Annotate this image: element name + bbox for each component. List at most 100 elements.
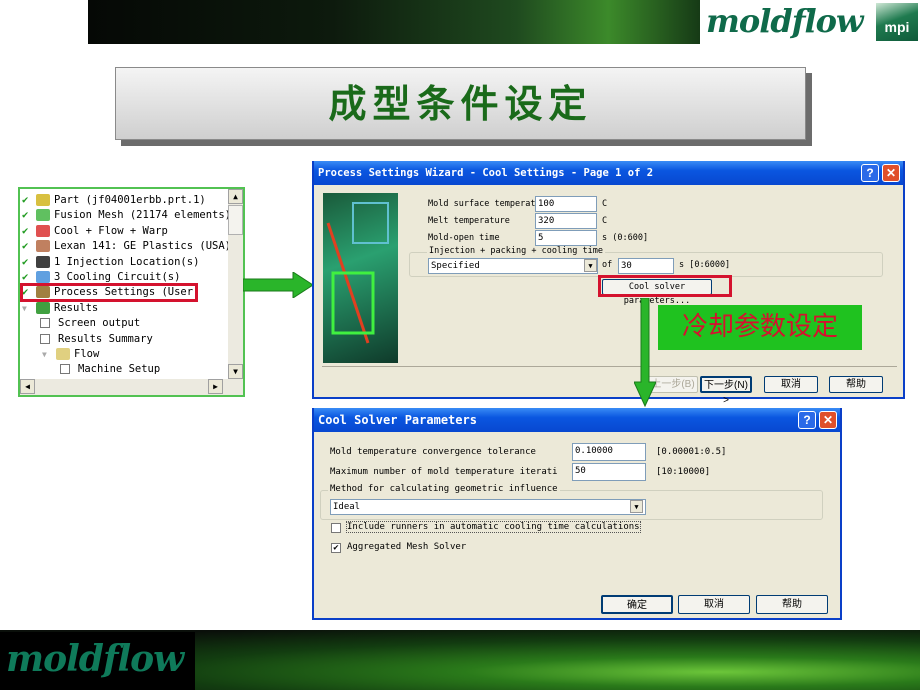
tree-item-label: Flow xyxy=(74,348,100,360)
folder-icon xyxy=(56,348,70,360)
logo-text: moldflow xyxy=(706,2,864,40)
field-label: Mold temperature convergence tolerance xyxy=(330,447,536,457)
dialog-title: Cool Solver Parameters xyxy=(314,408,840,432)
field-input[interactable]: 320 xyxy=(535,213,597,229)
tree-item[interactable]: Results Summary xyxy=(40,332,153,347)
next-button[interactable]: 下一步(N) > xyxy=(700,376,752,406)
method-value: Ideal xyxy=(333,502,361,512)
analysis-icon xyxy=(36,224,50,237)
help-button[interactable]: 帮助 xyxy=(829,376,883,393)
include-runners-checkbox[interactable] xyxy=(331,523,341,533)
help-button[interactable]: 帮助 xyxy=(756,595,828,614)
results-icon xyxy=(36,301,50,314)
dialog-title: Process Settings Wizard - Cool Settings … xyxy=(314,161,903,185)
tree-item[interactable]: Machine Setup xyxy=(60,362,160,377)
field-unit: C xyxy=(602,199,608,209)
tree-item[interactable]: ▼ Results xyxy=(22,301,98,316)
time-unit: s [0:6000] xyxy=(679,260,731,270)
field-input[interactable]: 5 xyxy=(535,230,597,246)
scroll-down-button[interactable]: ▼ xyxy=(228,364,243,379)
cool-solver-parameters-dialog: Cool Solver Parameters ? ✕ Mold temperat… xyxy=(312,408,842,620)
check-icon: ✔ xyxy=(22,224,29,237)
tree-item[interactable]: ✔ Lexan 141: GE Plastics (USA) xyxy=(22,239,231,254)
mesh-icon xyxy=(36,209,50,222)
aggregated-mesh-checkbox[interactable]: ✔ xyxy=(331,543,341,553)
time-input[interactable]: 30 xyxy=(618,258,674,274)
check-icon: ✔ xyxy=(22,255,29,268)
checkbox[interactable] xyxy=(60,364,70,375)
tree-item[interactable]: ▼ Flow xyxy=(42,347,99,362)
checkbox[interactable] xyxy=(40,318,50,329)
moldflow-logo: moldflow mpi xyxy=(700,0,920,46)
tree-item[interactable]: ✔ Part (jf04001erbb.prt.1) xyxy=(22,193,206,208)
tree-item[interactable]: ✔ 1 Injection Location(s) xyxy=(22,255,199,270)
horizontal-scrollbar[interactable]: ◀ ▶ xyxy=(20,379,243,395)
aggregated-mesh-label[interactable]: Aggregated Mesh Solver xyxy=(347,542,466,552)
field-label: Mold surface temperatu xyxy=(428,199,541,209)
scroll-thumb[interactable] xyxy=(228,205,243,235)
part-icon xyxy=(36,194,50,206)
method-select[interactable]: Ideal xyxy=(330,499,646,515)
check-icon: ✔ xyxy=(22,194,29,206)
project-tree: ✔ Part (jf04001erbb.prt.1) ✔ Fusion Mesh (2… xyxy=(18,187,245,397)
check-icon: ✔ xyxy=(22,240,29,253)
logo-text: moldflow xyxy=(6,638,184,680)
vertical-scrollbar[interactable]: ▲ ▼ xyxy=(228,189,243,379)
cancel-button[interactable]: 取消 xyxy=(764,376,818,393)
cooling-icon xyxy=(36,271,50,283)
moldflow-footer-logo: moldflow xyxy=(0,632,195,690)
time-mode-value: Specified xyxy=(431,261,480,271)
tree-item-label: 1 Injection Location(s) xyxy=(54,255,200,268)
mpi-badge: mpi xyxy=(876,3,918,41)
down-arrow xyxy=(634,298,656,408)
field-label: Maximum number of mold temperature itera… xyxy=(330,467,558,477)
field-unit: s (0:600] xyxy=(602,233,649,243)
expand-icon[interactable]: ▼ xyxy=(22,301,36,316)
check-icon: ✔ xyxy=(22,209,29,222)
tree-item-label: Lexan 141: GE Plastics (USA) xyxy=(54,240,232,253)
time-mode-select[interactable]: Specified xyxy=(428,258,598,274)
injection-icon xyxy=(36,255,50,268)
process-settings-wizard-dialog: Process Settings Wizard - Cool Settings … xyxy=(312,161,905,406)
highlight-box xyxy=(20,283,198,302)
group-label: Injection + packing + cooling time xyxy=(427,246,605,256)
cancel-button[interactable]: 取消 xyxy=(678,595,750,614)
annotation-label: 冷却参数设定 xyxy=(658,305,862,350)
highlight-box xyxy=(598,275,732,297)
of-label: of xyxy=(602,260,613,270)
help-icon[interactable]: ? xyxy=(798,411,816,429)
tree-item[interactable]: ✔ Fusion Mesh (21174 elements) xyxy=(22,208,231,223)
field-input[interactable]: 50 xyxy=(572,463,646,481)
material-icon xyxy=(36,240,50,253)
field-input[interactable]: 100 xyxy=(535,196,597,212)
slide-title: 成型条件设定 xyxy=(115,67,806,140)
include-runners-label[interactable]: Include runners in automatic cooling tim… xyxy=(346,521,641,533)
field-label: Mold-open time xyxy=(428,233,500,243)
tree-item-label: Cool + Flow + Warp xyxy=(54,224,168,237)
scroll-up-button[interactable]: ▲ xyxy=(228,189,243,204)
ok-button[interactable]: 确定 xyxy=(601,595,673,614)
field-label: Melt temperature xyxy=(428,216,510,226)
field-input[interactable]: 0.10000 xyxy=(572,443,646,461)
tree-item[interactable]: Screen output xyxy=(40,316,140,331)
tree-item[interactable]: ✔ Cool + Flow + Warp xyxy=(22,224,168,239)
group-label: Method for calculating geometric influen… xyxy=(328,484,560,494)
tree-item-label: Screen output xyxy=(58,317,141,330)
tree-item-label: Part (jf04001erbb.prt.1) xyxy=(54,194,206,206)
chevron-down-icon[interactable]: ▼ xyxy=(630,500,643,513)
divider xyxy=(322,366,897,367)
checkbox[interactable] xyxy=(40,333,50,344)
scroll-left-button[interactable]: ◀ xyxy=(20,379,35,394)
close-icon[interactable]: ✕ xyxy=(882,164,900,182)
close-icon[interactable]: ✕ xyxy=(819,411,837,429)
scroll-right-button[interactable]: ▶ xyxy=(208,379,223,394)
tree-item-label: Results Summary xyxy=(58,332,153,345)
tree-item-label: Results xyxy=(54,301,99,314)
wizard-image xyxy=(323,193,398,363)
field-unit: C xyxy=(602,216,608,226)
help-icon[interactable]: ? xyxy=(861,164,879,182)
chevron-down-icon[interactable]: ▼ xyxy=(584,259,597,272)
tree-item-label: Fusion Mesh (21174 elements) xyxy=(54,209,232,222)
field-range: [0.00001:0.5] xyxy=(656,447,727,457)
expand-icon[interactable]: ▼ xyxy=(42,347,56,362)
